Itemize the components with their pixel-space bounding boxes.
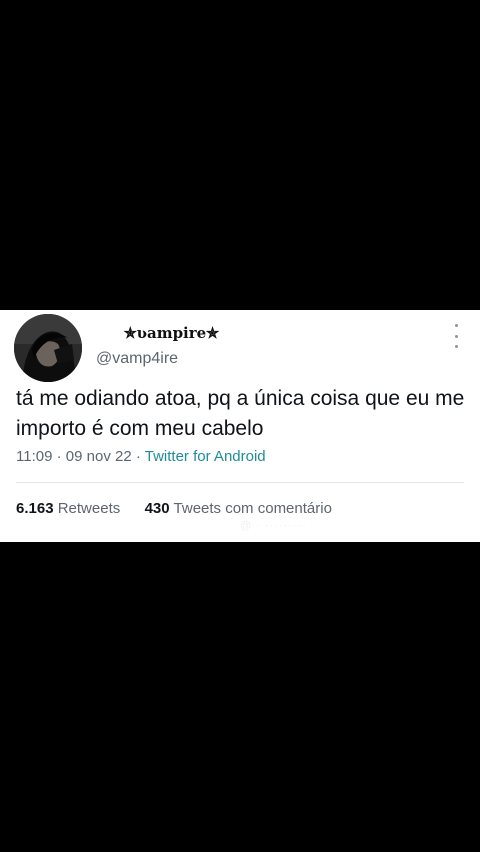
tweet-meta: 11:09 · 09 nov 22 · Twitter for Android xyxy=(16,448,266,465)
retweets-count: 6.163 xyxy=(16,500,54,517)
screen: ✯ʋampire✯ @vamp4ire tá me odiando atoa, … xyxy=(0,0,480,852)
tweet-source-link[interactable]: Twitter for Android xyxy=(145,448,266,465)
quotes-count: 430 xyxy=(144,500,170,517)
more-vertical-icon[interactable] xyxy=(450,324,462,348)
display-name[interactable]: ✯ʋampire✯ xyxy=(124,324,219,342)
tweet-card: ✯ʋampire✯ @vamp4ire tá me odiando atoa, … xyxy=(0,310,480,542)
retweets-label: Retweets xyxy=(57,500,121,517)
avatar[interactable] xyxy=(14,314,82,382)
divider xyxy=(16,482,464,483)
retweets-stat[interactable]: 6.163 Retweets xyxy=(16,500,124,517)
user-handle[interactable]: @vamp4ire xyxy=(96,350,178,368)
meta-separator: · xyxy=(56,448,62,465)
tweet-time[interactable]: 11:09 xyxy=(16,448,52,465)
dot xyxy=(454,324,458,327)
quotes-label: Tweets com comentário xyxy=(173,500,332,517)
meta-separator: · xyxy=(135,448,141,465)
tweet-date[interactable]: 09 nov 22 xyxy=(66,448,132,465)
dot xyxy=(454,345,458,348)
tweet-text: tá me odiando atoa, pq a única coisa que… xyxy=(16,387,465,440)
dot xyxy=(454,334,458,338)
tweet-stats: 6.163 Retweets 430 Tweets com comentário xyxy=(16,500,332,517)
faint-watermark-text: @ · ········· xyxy=(240,520,307,532)
avatar-image xyxy=(14,314,82,382)
quotes-stat[interactable]: 430 Tweets com comentário xyxy=(145,500,332,517)
